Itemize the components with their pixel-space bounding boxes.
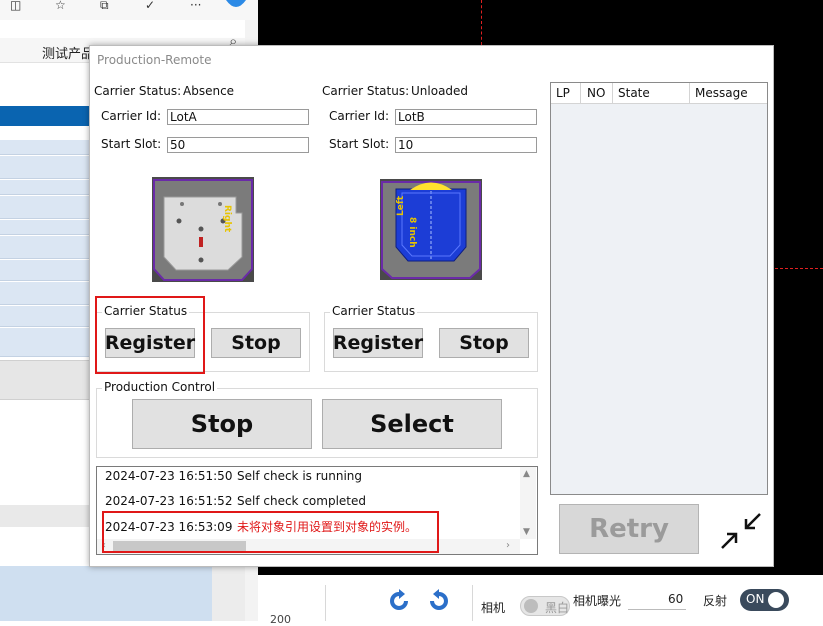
port1-start-slot-label: Start Slot: bbox=[101, 137, 162, 151]
message-column-header[interactable]: Message bbox=[695, 86, 748, 100]
reflect-toggle-text: ON bbox=[746, 592, 765, 606]
port1-carrier-id-label: Carrier Id: bbox=[101, 109, 162, 123]
port1-carrier-id-field[interactable]: LotA bbox=[167, 109, 309, 125]
port2-carrier-id-label: Carrier Id: bbox=[329, 109, 390, 123]
dialog-title: Production-Remote bbox=[97, 53, 212, 67]
port2-stop-button[interactable]: Stop bbox=[439, 328, 529, 358]
column-separator bbox=[612, 83, 613, 103]
bw-toggle-text: 黑白 bbox=[545, 601, 570, 615]
exposure-underline bbox=[628, 609, 686, 610]
log-item: 2024-07-23 16:51:52 Self check completed bbox=[105, 494, 366, 508]
rotate-left-icon[interactable] bbox=[386, 588, 412, 614]
column-separator bbox=[689, 83, 690, 103]
port2-side-label: Left bbox=[396, 195, 406, 216]
state-column-header[interactable]: State bbox=[618, 86, 650, 100]
port2-carrier-id-field[interactable]: LotB bbox=[395, 109, 537, 125]
port2-load-port-image bbox=[380, 179, 482, 280]
port1-start-slot-field[interactable]: 50 bbox=[167, 137, 309, 153]
collapse-icon[interactable] bbox=[720, 512, 762, 550]
favorites-icon[interactable]: ☆ bbox=[55, 0, 71, 11]
log-message: Self check is running bbox=[237, 469, 363, 483]
port2-carrier-status-label: Carrier Status: bbox=[322, 84, 410, 98]
more-icon[interactable]: ··· bbox=[190, 0, 206, 11]
production-select-button[interactable]: Select bbox=[322, 399, 502, 449]
crosshair-vertical-line bbox=[481, 0, 482, 45]
port1-carrier-status-label: Carrier Status: bbox=[94, 84, 182, 98]
production-stop-button[interactable]: Stop bbox=[132, 399, 312, 449]
camera-label: 相机 bbox=[481, 601, 506, 615]
port2-start-slot-field[interactable]: 10 bbox=[395, 137, 537, 153]
crosshair-horizontal-line bbox=[775, 268, 823, 269]
log-time: 2024-07-23 16:51:50 bbox=[105, 469, 233, 483]
port1-carrier-status-value: Absence bbox=[183, 84, 235, 98]
port2-carrier-status-value: Unloaded bbox=[411, 84, 469, 98]
divider bbox=[325, 585, 326, 621]
bw-toggle-knob bbox=[524, 599, 538, 613]
lp-column-header[interactable]: LP bbox=[556, 86, 570, 100]
background-header-text: 测试产品 bbox=[42, 47, 95, 62]
scroll-right-icon[interactable]: › bbox=[506, 540, 510, 551]
exposure-label: 相机曝光 bbox=[573, 594, 622, 608]
error-highlight-box bbox=[102, 511, 439, 553]
reflect-label: 反射 bbox=[703, 594, 728, 608]
port2-start-slot-label: Start Slot: bbox=[329, 137, 390, 151]
background-panel bbox=[0, 566, 212, 621]
port2-group-title: Carrier Status bbox=[330, 304, 418, 318]
rotate-right-icon[interactable] bbox=[426, 588, 452, 614]
log-message: Self check completed bbox=[237, 494, 366, 508]
divider bbox=[472, 585, 473, 621]
copilot-icon[interactable] bbox=[224, 0, 248, 12]
reflect-toggle-knob bbox=[768, 592, 784, 608]
port2-wafer-size-label: 8 inch bbox=[407, 217, 417, 248]
port1-load-port-image bbox=[152, 177, 254, 282]
exposure-input[interactable]: 60 bbox=[668, 592, 683, 606]
scroll-up-icon[interactable]: ▲ bbox=[523, 469, 530, 479]
no-column-header[interactable]: NO bbox=[587, 86, 605, 100]
lp-table[interactable] bbox=[550, 82, 768, 495]
production-control-title: Production Control bbox=[102, 380, 218, 394]
extensions-icon[interactable]: ✓ bbox=[145, 0, 161, 11]
retry-button[interactable]: Retry bbox=[559, 504, 699, 554]
bottom-number: 200 bbox=[270, 613, 291, 626]
split-view-icon[interactable]: ◫ bbox=[10, 0, 26, 11]
port1-stop-button[interactable]: Stop bbox=[211, 328, 301, 358]
port1-image-label: Right bbox=[222, 205, 232, 233]
collections-icon[interactable]: ⧉ bbox=[100, 0, 116, 11]
background-toolbar bbox=[0, 0, 258, 20]
register-highlight-box bbox=[95, 296, 205, 374]
scroll-down-icon[interactable]: ▼ bbox=[523, 527, 530, 537]
port2-register-button[interactable]: Register bbox=[333, 328, 423, 358]
column-separator bbox=[580, 83, 581, 103]
log-item: 2024-07-23 16:51:50 Self check is running bbox=[105, 469, 362, 483]
log-time: 2024-07-23 16:51:52 bbox=[105, 494, 233, 508]
